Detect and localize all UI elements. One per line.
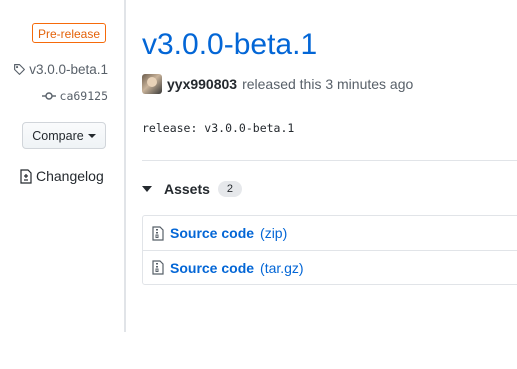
release-byline: yyx990803 released this 3 minutes ago <box>142 74 413 94</box>
compare-label: Compare <box>32 128 84 143</box>
file-zip-icon <box>152 260 164 275</box>
divider <box>142 160 517 161</box>
release-meta-sidebar: Pre-release v3.0.0-beta.1 ca69125 Compar… <box>0 0 126 332</box>
asset-name: Source code <box>170 259 255 276</box>
commit-sha: ca69125 <box>59 89 108 103</box>
changelog-label: Changelog <box>36 168 104 184</box>
triangle-down-icon <box>142 186 152 192</box>
release-time-text: released this 3 minutes ago <box>242 76 414 92</box>
release-main: v3.0.0-beta.1 yyx990803 released this 3 … <box>142 0 517 369</box>
triangle-down-icon <box>87 133 96 138</box>
assets-label: Assets <box>164 181 210 197</box>
assets-list: Source code (zip) Source code (tar.gz) <box>142 215 517 285</box>
asset-ext: (tar.gz) <box>260 259 304 276</box>
compare-button[interactable]: Compare <box>22 122 106 149</box>
asset-source-zip[interactable]: Source code (zip) <box>143 216 517 250</box>
author-link[interactable]: yyx990803 <box>167 76 237 92</box>
asset-source-targz[interactable]: Source code (tar.gz) <box>143 250 517 284</box>
release-page: Pre-release v3.0.0-beta.1 ca69125 Compar… <box>0 0 517 369</box>
avatar[interactable] <box>142 74 162 94</box>
tag-link[interactable]: v3.0.0-beta.1 <box>13 62 108 77</box>
prerelease-badge: Pre-release <box>32 23 107 43</box>
git-commit-icon <box>41 91 56 101</box>
tag-icon <box>13 63 26 76</box>
file-zip-icon <box>152 225 164 241</box>
asset-name: Source code <box>170 225 255 241</box>
release-notes: release: v3.0.0-beta.1 <box>142 121 295 135</box>
asset-ext: (zip) <box>260 225 288 241</box>
file-diff-icon <box>20 168 32 184</box>
commit-link[interactable]: ca69125 <box>41 89 108 103</box>
changelog-link[interactable]: Changelog <box>20 168 104 184</box>
release-title[interactable]: v3.0.0-beta.1 <box>142 28 317 62</box>
assets-toggle[interactable]: Assets 2 <box>142 181 242 197</box>
tag-name: v3.0.0-beta.1 <box>29 62 108 77</box>
assets-count-badge: 2 <box>217 181 242 197</box>
